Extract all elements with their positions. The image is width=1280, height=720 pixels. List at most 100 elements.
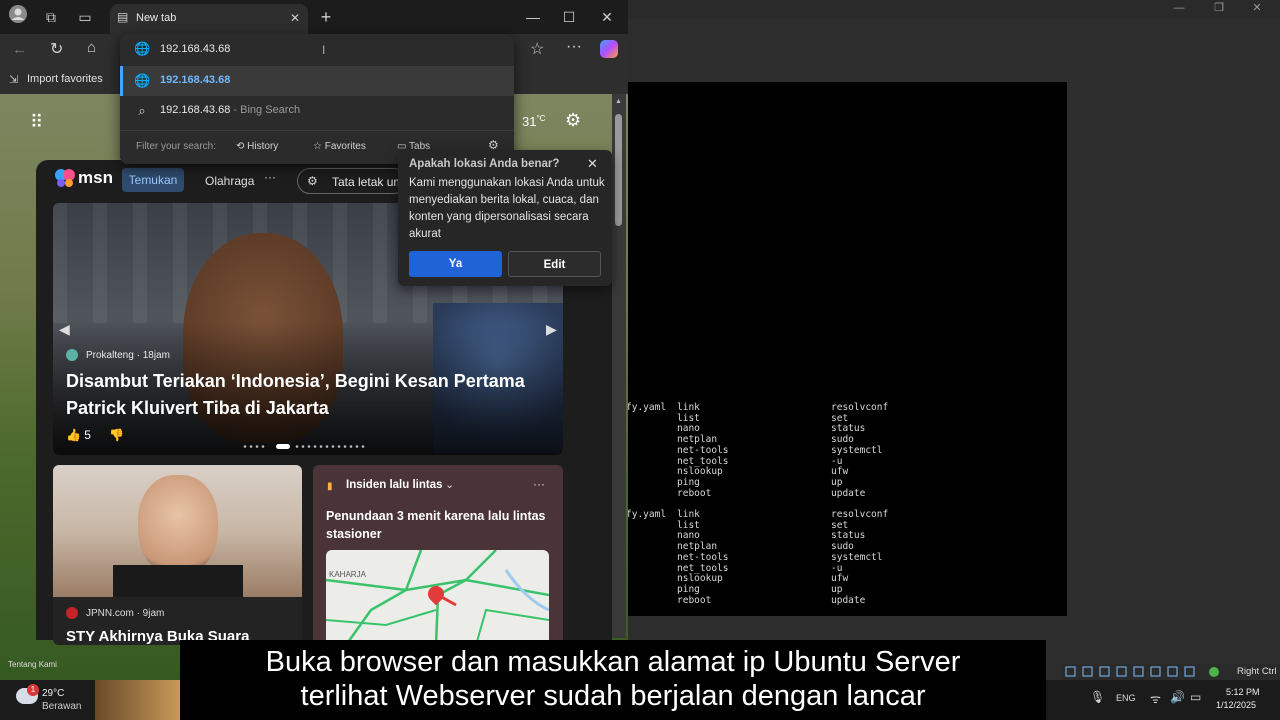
terminal-entry: update xyxy=(831,487,866,499)
terminal-entry: -u xyxy=(831,455,843,467)
close-tab-icon[interactable]: ✕ xyxy=(290,11,300,25)
host-key-label: Right Ctrl xyxy=(1237,666,1277,677)
weather-temp-value: 31 xyxy=(522,114,537,129)
terminal-entry: reboot xyxy=(677,487,712,499)
nav-more-icon[interactable]: ··· xyxy=(264,170,276,184)
traffic-map[interactable]: KAHARJA xyxy=(326,550,549,645)
favorite-star-icon[interactable]: ☆ xyxy=(530,39,544,59)
clock-date[interactable]: 1/12/2025 xyxy=(1216,700,1256,710)
like-button[interactable]: 👍 5 xyxy=(66,428,91,442)
address-input[interactable]: 192.168.43.68 xyxy=(160,43,230,55)
scroll-thumb[interactable] xyxy=(615,114,622,226)
selection-indicator xyxy=(120,66,123,96)
card-more-icon[interactable]: ··· xyxy=(533,477,545,491)
popup-title: Apakah lokasi Anda benar? xyxy=(409,158,560,170)
suggestion-search-text: 192.168.43.68 - Bing Search xyxy=(160,104,300,116)
nav-tab-temukan[interactable]: Temukan xyxy=(122,168,184,192)
terminal-entry: -u xyxy=(831,562,843,574)
scroll-up-icon[interactable]: ▲ xyxy=(615,98,622,105)
location-popup: Apakah lokasi Anda benar? ✕ Kami menggun… xyxy=(398,150,612,286)
new-tab-button[interactable]: + xyxy=(313,4,339,30)
vm-device-icons xyxy=(1065,666,1219,677)
filter-favorites[interactable]: ☆ Favorites xyxy=(313,141,366,152)
layout-button[interactable]: ⚙ Tata letak um xyxy=(297,168,407,194)
news-card-jpnn[interactable]: JPNN.com · 9jam STY Akhirnya Buka Suara … xyxy=(53,465,302,645)
thumbs-up-icon: 👍 xyxy=(66,428,81,442)
hero-prev-icon[interactable]: ◀ xyxy=(59,321,70,338)
maximize-icon[interactable]: ☐ xyxy=(556,4,582,30)
app-launcher-icon[interactable]: ⠿ xyxy=(30,112,43,133)
minimize-icon[interactable]: — xyxy=(520,4,546,30)
clock-time[interactable]: 5:12 PM xyxy=(1226,687,1260,697)
layout-sliders-icon: ⚙ xyxy=(307,174,318,188)
page-scrollbar[interactable]: ▲ xyxy=(612,94,626,638)
taskbar-weather-temp: 29°C xyxy=(42,688,65,699)
notification-badge: 1 xyxy=(27,684,39,696)
hero-headline[interactable]: Disambut Teriakan ‘Indonesia’, Begini Ke… xyxy=(66,368,556,422)
weather-temp[interactable]: 31°C xyxy=(522,114,545,129)
workspaces-icon[interactable]: ⧉ xyxy=(38,4,64,30)
filter-history-label: History xyxy=(247,141,279,152)
battery-icon[interactable]: ▭ xyxy=(1190,690,1201,704)
tab-actions-icon[interactable]: ▭ xyxy=(72,4,98,30)
vm-restore-icon[interactable]: ❐ xyxy=(1204,0,1234,16)
traffic-icon: ▮ xyxy=(327,481,333,492)
popup-edit-button[interactable]: Edit xyxy=(508,251,601,277)
text-cursor-icon: I xyxy=(322,43,326,57)
terminal-entry: update xyxy=(831,594,866,606)
card-photo-suit xyxy=(113,565,243,597)
refresh-icon[interactable]: ↻ xyxy=(50,39,63,59)
suggestion-url[interactable]: 🌐 192.168.43.68 xyxy=(120,66,514,96)
about-link[interactable]: Tentang Kami xyxy=(8,660,57,669)
terminal-entry: net_tools xyxy=(677,562,729,574)
filter-favorites-label: Favorites xyxy=(324,141,366,152)
back-icon[interactable]: ← xyxy=(12,41,27,58)
popup-close-icon[interactable]: ✕ xyxy=(587,156,598,172)
filter-history[interactable]: ⟲ History xyxy=(236,141,278,152)
terminal-entry: nslookup xyxy=(677,466,723,478)
globe-icon: 🌐 xyxy=(134,73,151,88)
vm-close-icon[interactable]: ✕ xyxy=(1242,0,1272,16)
search-icon: ⌕ xyxy=(138,103,146,118)
traffic-headline[interactable]: Penundaan 3 menit karena lalu lintas sta… xyxy=(326,507,554,543)
import-favorites-link[interactable]: Import favorites xyxy=(27,73,103,85)
dropdown-divider xyxy=(120,130,514,131)
tab-title: New tab xyxy=(136,12,177,24)
terminal-entry: net-tools xyxy=(677,551,729,563)
popup-yes-button[interactable]: Ya xyxy=(409,251,502,277)
nav-tab-olahraga[interactable]: Olahraga xyxy=(205,174,254,188)
suggestion-search[interactable]: ⌕ 192.168.43.68 - Bing Search xyxy=(120,96,514,126)
tab-new-tab[interactable]: ▤ New tab ✕ xyxy=(110,4,308,34)
terminal-entry: resolvconf xyxy=(831,509,889,520)
taskbar-weather-desc: Berawan xyxy=(42,701,82,712)
carousel-dots[interactable] xyxy=(243,436,371,449)
card1-source-name: JPNN.com xyxy=(86,608,134,619)
close-window-icon[interactable]: ✕ xyxy=(594,4,620,30)
terminal-entry: set xyxy=(831,412,849,424)
card-photo-person xyxy=(138,475,218,575)
vm-terminal[interactable]: fy.yaml link resolvconf list set nano status ne… xyxy=(628,82,1067,616)
home-icon[interactable]: ⌂ xyxy=(87,39,96,56)
popup-body: Kami menggunakan lokasi Anda untuk menye… xyxy=(409,177,605,240)
card1-time: · 9jam xyxy=(136,608,165,619)
copilot-icon[interactable] xyxy=(600,40,618,58)
terminal-entry: fy.yaml xyxy=(628,402,667,413)
wifi-icon[interactable]: ᯤ xyxy=(1150,690,1161,707)
hero-time: · 18jam xyxy=(136,350,170,361)
webcam-overlay xyxy=(95,680,180,720)
vm-minimize-icon[interactable]: — xyxy=(1164,0,1194,16)
chevron-down-icon[interactable]: ⌄ xyxy=(445,478,454,491)
thumbs-down-icon[interactable]: 👎 xyxy=(109,428,124,442)
microphone-icon[interactable]: 🎙 xyxy=(1090,690,1105,704)
traffic-card[interactable]: ▮ Insiden lalu lintas ⌄ ··· Penundaan 3 … xyxy=(313,465,563,645)
page-settings-gear-icon[interactable]: ⚙ xyxy=(565,110,581,131)
language-indicator[interactable]: ENG xyxy=(1116,693,1136,703)
profile-avatar-icon[interactable] xyxy=(5,4,31,30)
address-input-row[interactable]: 🌐 192.168.43.68 I xyxy=(120,34,514,64)
more-options-icon[interactable]: ··· xyxy=(566,38,582,56)
vm-status-bar: Right Ctrl xyxy=(1062,664,1280,680)
hero-next-icon[interactable]: ▶ xyxy=(546,321,557,338)
volume-icon[interactable]: 🔊 xyxy=(1170,690,1185,704)
terminal-entry: fy.yaml xyxy=(628,509,667,520)
msn-logo[interactable]: msn xyxy=(78,168,113,188)
